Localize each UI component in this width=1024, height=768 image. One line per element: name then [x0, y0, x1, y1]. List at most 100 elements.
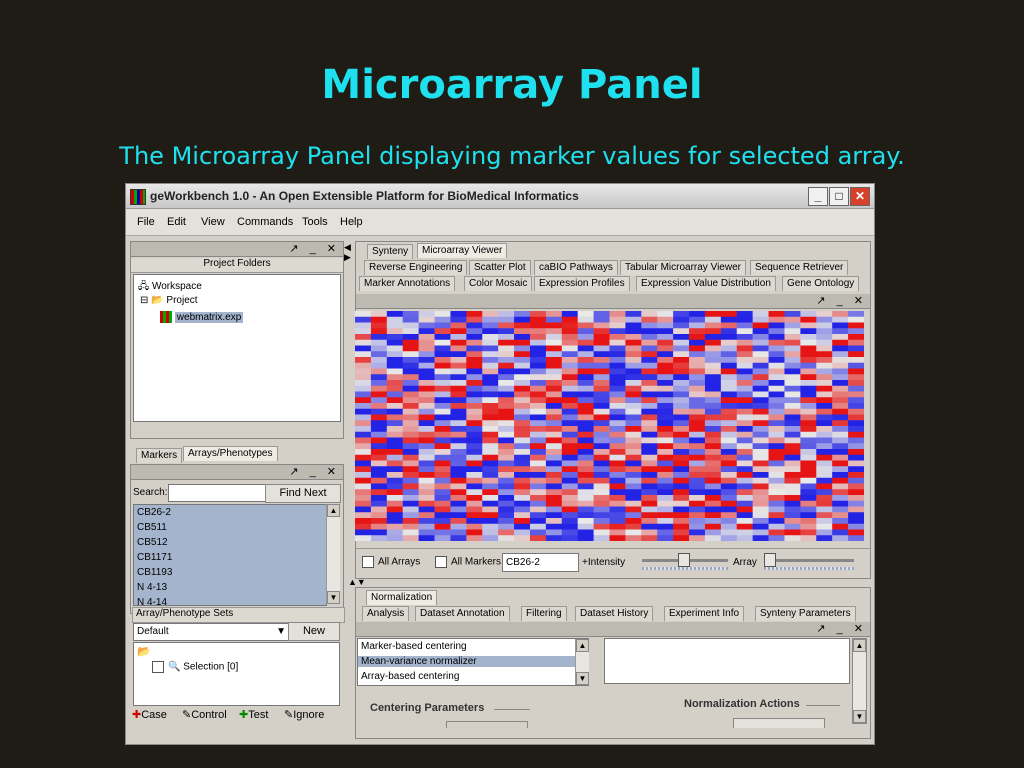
- arrays-scrollbar[interactable]: ▲ ▼: [326, 504, 340, 604]
- scroll-down-icon[interactable]: ▼: [327, 591, 340, 604]
- heatmap-cell: [482, 449, 499, 456]
- heatmap-cell: [450, 472, 467, 479]
- heatmap-cell: [561, 351, 578, 358]
- find-next-button[interactable]: Find Next: [265, 484, 341, 503]
- heatmap-cell: [673, 443, 690, 450]
- menu-edit[interactable]: Edit: [167, 216, 186, 228]
- legend-control[interactable]: ✎Control: [182, 708, 227, 721]
- tab-expression-profiles[interactable]: Expression Profiles: [534, 276, 630, 291]
- list-item[interactable]: N 4-14: [137, 597, 167, 605]
- array-slider[interactable]: [764, 553, 854, 571]
- tab-arrays-phenotypes[interactable]: Arrays/Phenotypes: [183, 446, 278, 461]
- analysis-scrollbar[interactable]: ▲ ▼: [852, 638, 867, 724]
- legend-case[interactable]: ✚Case: [132, 708, 167, 721]
- tab-markers[interactable]: Markers: [136, 448, 183, 463]
- intensity-slider-thumb[interactable]: [678, 553, 690, 567]
- array-field[interactable]: CB26-2: [502, 553, 579, 572]
- normalizer-scrollbar[interactable]: ▲ ▼: [575, 639, 589, 685]
- heatmap-cell: [370, 311, 388, 318]
- close-button[interactable]: ✕: [850, 187, 870, 206]
- list-item[interactable]: N 4-13: [137, 582, 167, 593]
- scroll-down-icon[interactable]: ▼: [576, 672, 589, 685]
- list-item-selected[interactable]: Mean-variance normalizer: [358, 656, 577, 667]
- all-markers-checkbox[interactable]: [435, 556, 447, 568]
- tab-reverse-engineering[interactable]: Reverse Engineering: [364, 260, 468, 275]
- intensity-slider[interactable]: [642, 553, 728, 571]
- heatmap-cell: [418, 472, 435, 479]
- new-set-button[interactable]: New: [288, 622, 340, 641]
- list-item[interactable]: Array-based centering: [361, 671, 459, 682]
- menu-tools[interactable]: Tools: [302, 216, 328, 228]
- tab-filtering[interactable]: Filtering: [521, 606, 567, 621]
- pane-controls-icon[interactable]: ↗ _ ✕: [289, 465, 340, 478]
- list-item[interactable]: CB511: [137, 522, 167, 533]
- selection-item[interactable]: 🔍 Selection [0]: [152, 661, 238, 673]
- tab-gene-ontology[interactable]: Gene Ontology: [782, 276, 860, 291]
- legend-test[interactable]: ✚Test: [239, 708, 268, 721]
- sets-select[interactable]: Default ▼: [133, 623, 290, 641]
- microarray-heatmap[interactable]: [355, 311, 864, 541]
- tab-cabio-pathways[interactable]: caBIO Pathways: [534, 260, 618, 275]
- tab-scatter-plot[interactable]: Scatter Plot: [469, 260, 531, 275]
- tab-tabular-microarray-viewer[interactable]: Tabular Microarray Viewer: [620, 260, 746, 275]
- collapse-icon[interactable]: ⊟: [140, 295, 148, 306]
- tab-color-mosaic[interactable]: Color Mosaic: [464, 276, 533, 291]
- pane-controls-icon[interactable]: ↗ _ ✕: [816, 622, 867, 635]
- heatmap-cell: [402, 437, 419, 444]
- tab-normalization[interactable]: Normalization: [366, 590, 438, 605]
- heatmap-cell: [561, 518, 578, 525]
- chevron-down-icon[interactable]: ▼: [276, 624, 286, 640]
- tab-synteny[interactable]: Synteny: [367, 244, 414, 259]
- splitter-arrows-icon[interactable]: ◀ ▶: [344, 242, 351, 262]
- tab-synteny-parameters[interactable]: Synteny Parameters: [755, 606, 856, 621]
- menu-commands[interactable]: Commands: [237, 216, 293, 228]
- tab-experiment-info[interactable]: Experiment Info: [664, 606, 745, 621]
- list-item[interactable]: Marker-based centering: [361, 641, 467, 652]
- scroll-down-icon[interactable]: ▼: [853, 710, 866, 723]
- selection-checkbox[interactable]: [152, 661, 164, 673]
- heatmap-cell: [720, 437, 738, 444]
- scroll-up-icon[interactable]: ▲: [327, 504, 340, 517]
- tab-analysis[interactable]: Analysis: [362, 606, 410, 621]
- tree-project[interactable]: ⊟ 📂 Project: [140, 295, 198, 306]
- list-item[interactable]: CB1193: [137, 567, 172, 578]
- maximize-button[interactable]: □: [829, 187, 849, 206]
- legend-ignore[interactable]: ✎Ignore: [284, 708, 324, 721]
- search-input[interactable]: [168, 484, 266, 502]
- tab-microarray-viewer[interactable]: Microarray Viewer: [417, 243, 508, 258]
- menu-help[interactable]: Help: [340, 216, 363, 228]
- heatmap-cell: [545, 408, 563, 415]
- tab-sequence-retriever[interactable]: Sequence Retriever: [750, 260, 849, 275]
- array-slider-thumb[interactable]: [764, 553, 776, 567]
- tree-file[interactable]: webmatrix.exp: [160, 311, 244, 323]
- tab-dataset-annotation[interactable]: Dataset Annotation: [415, 606, 510, 621]
- all-arrays-checkbox[interactable]: [362, 556, 374, 568]
- pane-controls-icon[interactable]: ↗ _ ✕: [289, 242, 340, 255]
- heatmap-cell: [752, 391, 769, 398]
- heatmap-cell: [482, 437, 499, 444]
- tab-expression-value-distribution[interactable]: Expression Value Distribution: [636, 276, 776, 291]
- heatmap-cell: [386, 495, 404, 502]
- heatmap-cell: [577, 472, 594, 479]
- all-arrays-toggle[interactable]: All Arrays: [362, 556, 420, 568]
- tab-dataset-history[interactable]: Dataset History: [575, 606, 654, 621]
- all-markers-toggle[interactable]: All Markers: [435, 556, 501, 568]
- scroll-up-icon[interactable]: ▲: [853, 639, 866, 652]
- list-item[interactable]: CB1171: [137, 552, 172, 563]
- heatmap-cell: [736, 426, 753, 433]
- heatmap-cell: [418, 311, 435, 318]
- list-item[interactable]: CB26-2: [137, 507, 171, 518]
- scroll-up-icon[interactable]: ▲: [576, 639, 589, 652]
- pane-controls-icon[interactable]: ↗ _ ✕: [816, 294, 867, 307]
- menu-file[interactable]: File: [137, 216, 155, 228]
- heatmap-cell: [848, 506, 864, 513]
- centering-field[interactable]: [446, 721, 528, 728]
- tab-marker-annotations[interactable]: Marker Annotations: [359, 276, 456, 291]
- heatmap-cell: [561, 437, 578, 444]
- list-item[interactable]: CB512: [137, 537, 168, 548]
- normalize-button[interactable]: [733, 718, 825, 728]
- minimize-button[interactable]: _: [808, 187, 828, 206]
- menu-view[interactable]: View: [201, 216, 225, 228]
- splitter-arrows-icon[interactable]: ▲▼: [348, 577, 366, 587]
- tree-workspace[interactable]: 🖧 Workspace: [138, 279, 202, 296]
